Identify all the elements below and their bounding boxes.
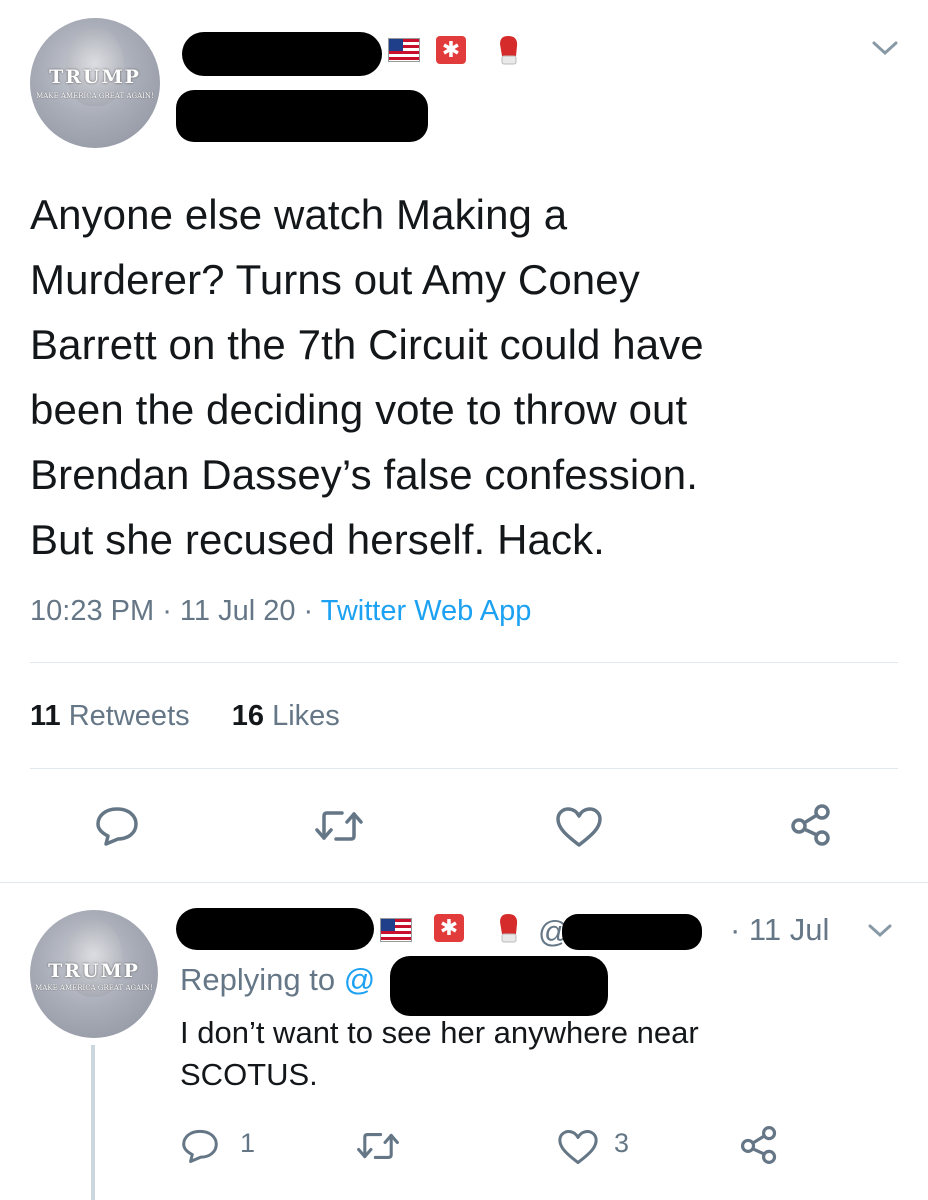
- retweets-stat[interactable]: 11 Retweets: [30, 700, 190, 732]
- boxing-glove-icon: [496, 34, 520, 65]
- tweet-text-line: Murderer? Turns out Amy Coney: [30, 256, 640, 303]
- chevron-down-icon[interactable]: [870, 38, 900, 58]
- thread-line: [91, 1045, 95, 1200]
- redacted-username: [176, 90, 428, 142]
- us-flag-icon: [388, 38, 420, 62]
- tweet-time[interactable]: 10:23 PM: [30, 595, 154, 627]
- meta-separator: ·: [162, 595, 180, 627]
- tweet-text-line: But she recused herself. Hack.: [30, 516, 605, 563]
- retweet-icon[interactable]: [356, 1130, 400, 1162]
- meta-separator: ·: [303, 595, 321, 627]
- tweet-text: Anyone else watch Making a Murderer? Tur…: [30, 182, 910, 572]
- tweet-source-link[interactable]: Twitter Web App: [321, 595, 532, 627]
- tweet-text-line: been the deciding vote to throw out: [30, 386, 688, 433]
- engagement-counts: 11 Retweets 16 Likes: [30, 700, 340, 733]
- reply-avatar[interactable]: TRUMP MAKE AMERICA GREAT AGAIN!: [30, 910, 158, 1038]
- tweet-text-line: Brendan Dassey’s false confession.: [30, 451, 698, 498]
- replying-to: Replying to @: [180, 962, 375, 998]
- divider: [30, 662, 898, 663]
- reply-date[interactable]: · 11 Jul: [730, 912, 829, 948]
- likes-count: 16: [231, 700, 265, 732]
- reply-icon[interactable]: [180, 1128, 220, 1164]
- replying-to-label: Replying to: [180, 962, 336, 997]
- reply-text-line: SCOTUS.: [180, 1057, 318, 1092]
- divider: [30, 768, 898, 769]
- replying-to-handle[interactable]: @: [344, 962, 375, 997]
- reply-text: I don’t want to see her anywhere near SC…: [180, 1012, 900, 1096]
- police-light-icon: ✱: [436, 36, 466, 64]
- redacted-display-name: [176, 908, 374, 950]
- redacted-handle: [562, 914, 702, 950]
- avatar[interactable]: TRUMP MAKE AMERICA GREAT AGAIN!: [30, 18, 160, 148]
- us-flag-icon: [380, 918, 412, 942]
- like-icon[interactable]: [556, 1128, 600, 1166]
- boxing-glove-icon: [496, 912, 520, 943]
- avatar-tagline-text: MAKE AMERICA GREAT AGAIN!: [36, 92, 154, 100]
- reply-count: 1: [240, 1128, 256, 1158]
- tweet-text-line: Barrett on the 7th Circuit could have: [30, 321, 704, 368]
- tweet-metadata: 10:23 PM · 11 Jul 20 · Twitter Web App: [30, 595, 531, 628]
- redacted-mention: [390, 956, 608, 1016]
- reply-text-line: I don’t want to see her anywhere near: [180, 1015, 699, 1050]
- divider: [0, 882, 928, 883]
- avatar-tagline-text: MAKE AMERICA GREAT AGAIN!: [35, 984, 153, 992]
- chevron-down-icon[interactable]: [866, 922, 894, 940]
- retweet-icon[interactable]: [314, 808, 364, 844]
- avatar-brand-text: TRUMP: [49, 66, 141, 88]
- tweet-text-line: Anyone else watch Making a: [30, 191, 568, 238]
- like-icon[interactable]: [554, 805, 604, 849]
- reply-icon[interactable]: [94, 805, 140, 847]
- like-count: 3: [614, 1128, 630, 1158]
- tweet-date[interactable]: 11 Jul 20: [180, 595, 296, 627]
- retweets-count: 11: [30, 700, 61, 732]
- share-icon[interactable]: [788, 802, 834, 848]
- police-light-icon: ✱: [434, 914, 464, 942]
- avatar-brand-text: TRUMP: [48, 960, 140, 982]
- share-icon[interactable]: [738, 1124, 780, 1166]
- retweets-label: Retweets: [68, 700, 190, 732]
- likes-label: Likes: [272, 700, 340, 732]
- likes-stat[interactable]: 16 Likes: [232, 700, 340, 732]
- redacted-display-name: [182, 32, 382, 76]
